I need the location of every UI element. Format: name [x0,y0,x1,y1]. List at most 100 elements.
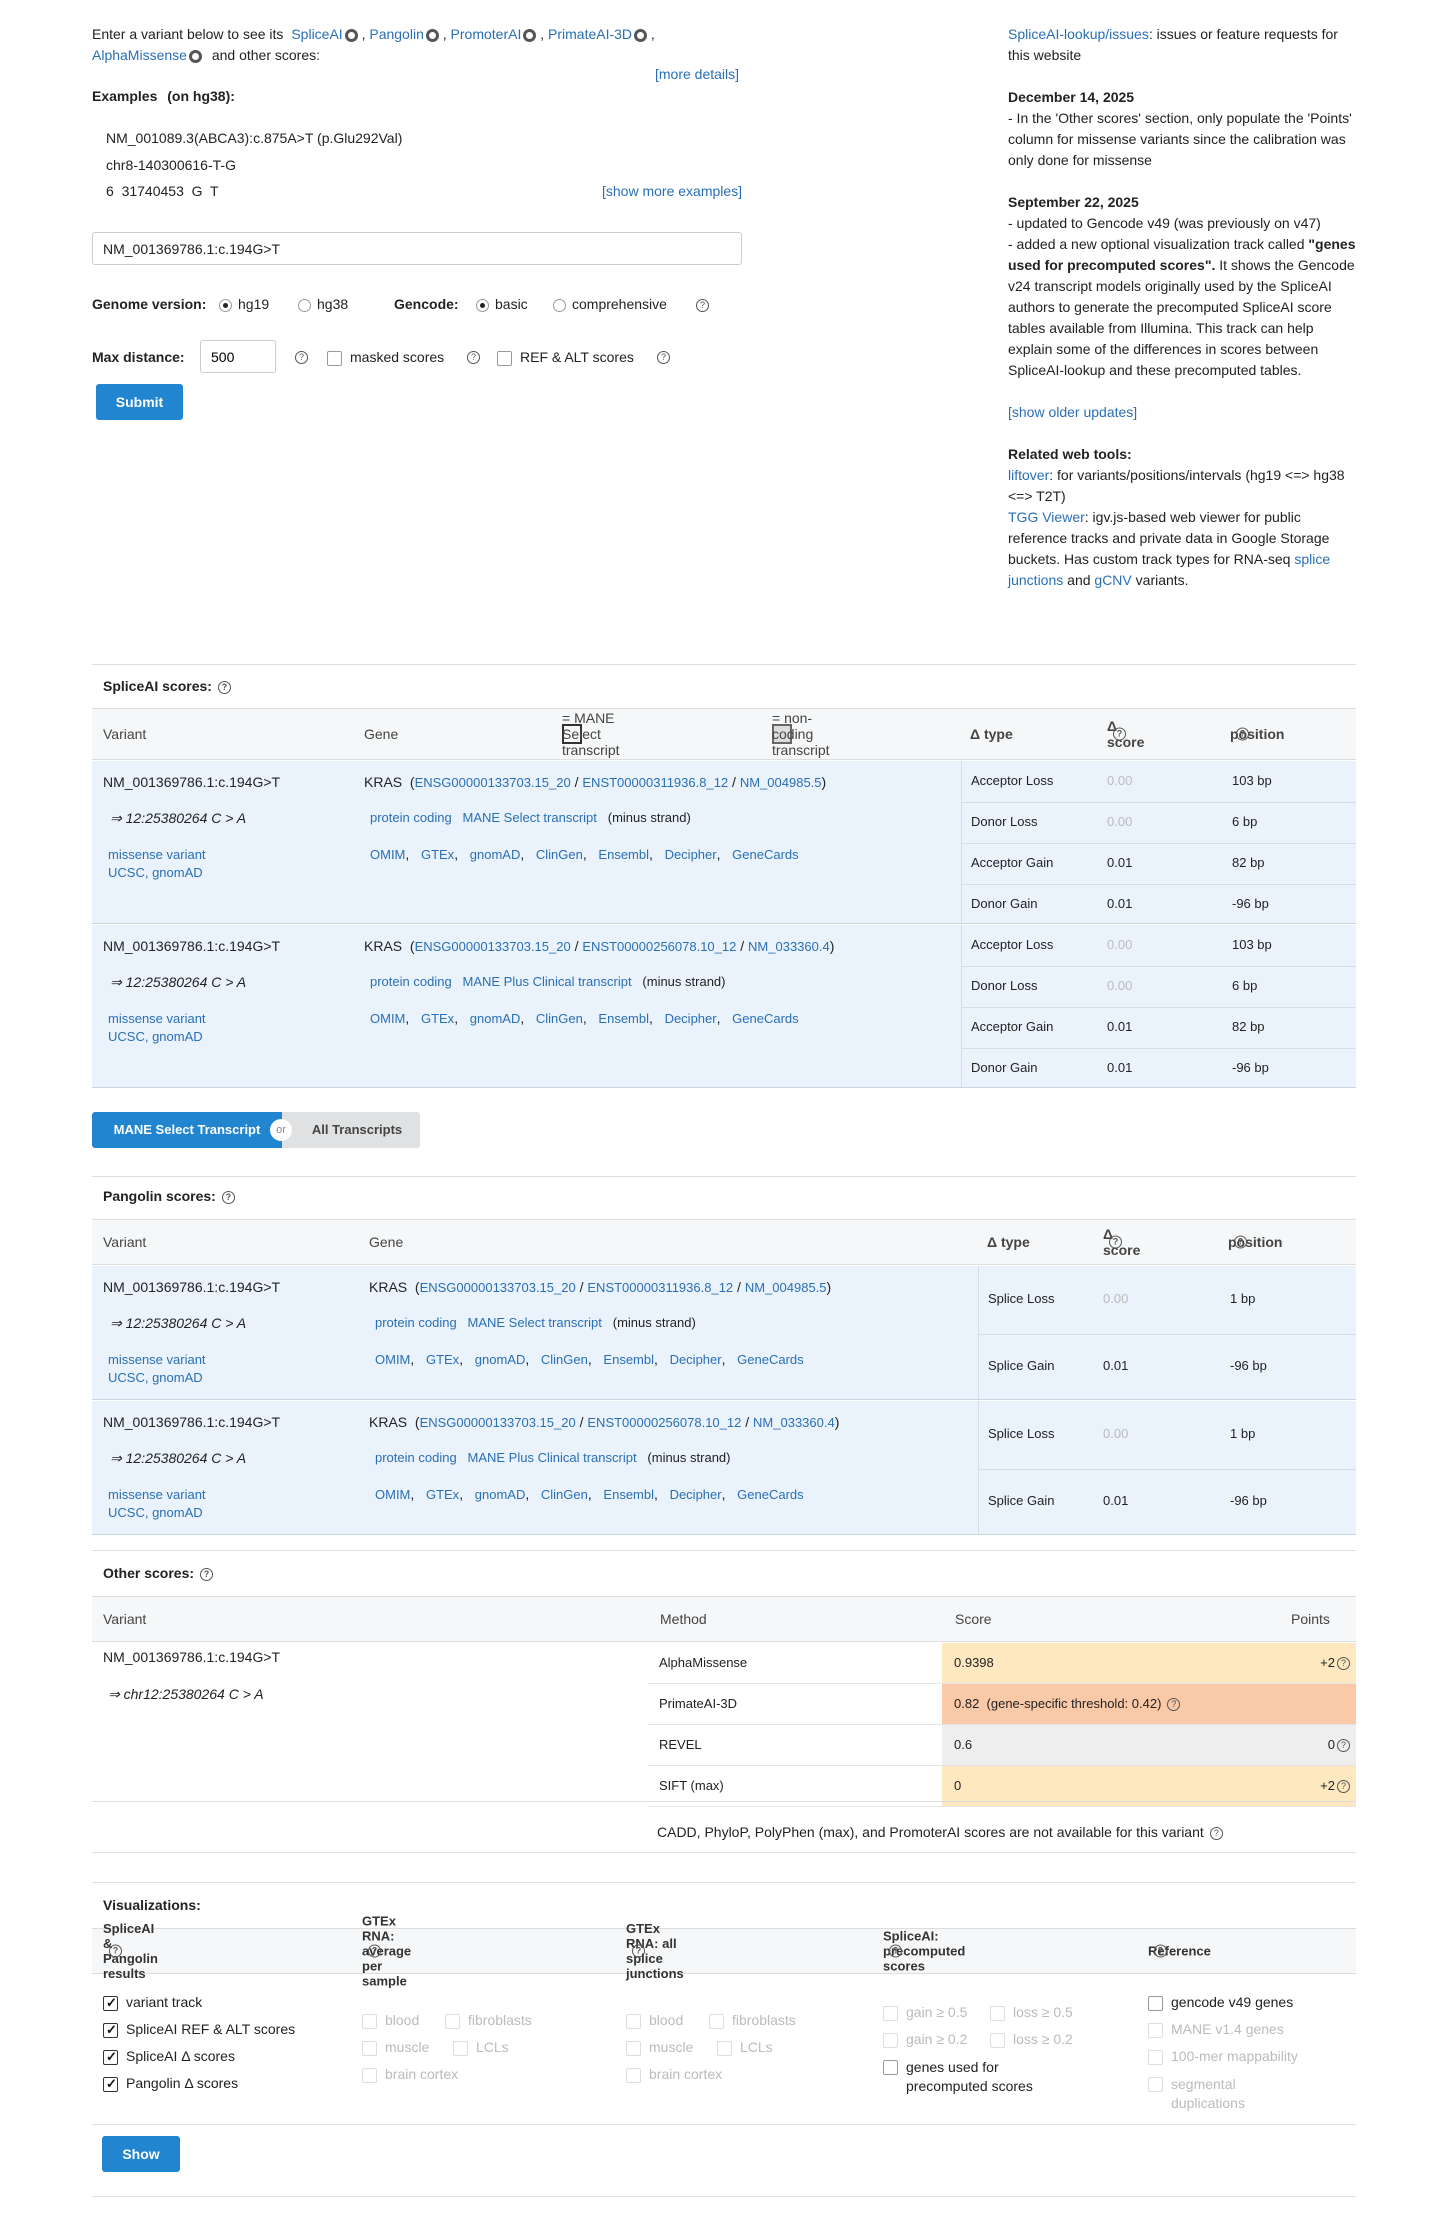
show-more-examples-link[interactable]: [show more examples] [602,183,742,199]
help-icon[interactable]: ? [368,1944,381,1958]
help-icon[interactable]: ? [109,1944,122,1958]
show-older-updates-link[interactable]: [show older updates] [1008,404,1137,420]
gene-db-link[interactable]: Ensembl [598,847,649,862]
gene-db-link[interactable]: OMIM [370,847,405,862]
ucsc-link[interactable]: UCSC [108,1370,145,1385]
pangolin-link[interactable]: Pangolin [369,26,424,42]
help-icon[interactable]: ? [217,680,231,694]
ref-segdups[interactable]: segmental duplications [1148,2075,1298,2113]
gtex-avg-lcls[interactable]: LCLs [453,2039,509,2056]
gtex-junc-lcls[interactable]: LCLs [717,2039,773,2056]
viz-checkbox-variant-track[interactable]: variant track [103,1994,202,2011]
help-icon[interactable]: ? [221,1190,235,1204]
consequence-link[interactable]: missense variant [108,847,206,862]
gnomad-link[interactable]: gnomAD [152,1505,203,1520]
gene-db-link[interactable]: Decipher [670,1487,722,1502]
help-icon[interactable]: ? [1337,1657,1350,1671]
radio-basic[interactable]: basic [476,296,528,312]
precomputed-loss-02[interactable]: loss ≥ 0.2 [990,2031,1073,2048]
example-item[interactable]: NM_001089.3(ABCA3):c.875A>T (p.Glu292Val… [106,130,402,146]
primateai-link[interactable]: PrimateAI-3D [548,26,632,42]
gcnv-link[interactable]: gCNV [1094,572,1131,588]
ref-mane-genes[interactable]: MANE v1.4 genes [1148,2021,1284,2038]
gene-db-link[interactable]: GeneCards [737,1352,803,1367]
masked-scores-checkbox[interactable]: masked scores [327,349,444,366]
gene-db-link[interactable]: GeneCards [732,847,798,862]
radio-hg19[interactable]: hg19 [219,296,269,312]
help-icon[interactable]: ? [1234,1235,1247,1249]
github-icon[interactable] [425,28,439,42]
gene-db-link[interactable]: gnomAD [475,1487,526,1502]
show-button[interactable]: Show [102,2136,180,2172]
help-icon[interactable]: ? [696,299,709,312]
refseq-link[interactable]: NM_004985.5 [745,1280,827,1295]
submit-button[interactable]: Submit [96,384,183,420]
ucsc-link[interactable]: UCSC [108,1505,145,1520]
ensg-link[interactable]: ENSG00000133703.15_20 [415,775,571,790]
gtex-avg-brain-cortex[interactable]: brain cortex [362,2066,458,2083]
github-icon[interactable] [634,28,648,42]
liftover-link[interactable]: liftover [1008,467,1049,483]
ref-mappability[interactable]: 100-mer mappability [1148,2048,1298,2065]
ucsc-link[interactable]: UCSC [108,1029,145,1044]
help-icon[interactable]: ? [1337,1739,1350,1753]
viz-checkbox-spliceai-delta[interactable]: SpliceAI Δ scores [103,2048,235,2065]
refseq-link[interactable]: NM_033360.4 [748,939,830,954]
gene-db-link[interactable]: ClinGen [541,1352,588,1367]
gtex-junc-fibroblasts[interactable]: fibroblasts [709,2012,796,2029]
promoterai-link[interactable]: PromoterAI [451,26,522,42]
help-icon[interactable]: ? [1154,1944,1167,1958]
gene-db-link[interactable]: OMIM [375,1352,410,1367]
gene-db-link[interactable]: ClinGen [541,1487,588,1502]
consequence-link[interactable]: missense variant [108,1487,206,1502]
enst-link[interactable]: ENST00000256078.10_12 [582,939,736,954]
refseq-link[interactable]: NM_004985.5 [740,775,822,790]
tgg-viewer-link[interactable]: TGG Viewer [1008,509,1085,525]
ensg-link[interactable]: ENSG00000133703.15_20 [415,939,571,954]
help-icon[interactable]: ? [1167,1698,1181,1712]
ensg-link[interactable]: ENSG00000133703.15_20 [420,1280,576,1295]
gtex-avg-blood[interactable]: blood [362,2012,419,2029]
ref-alt-checkbox[interactable]: REF & ALT scores [497,349,634,366]
help-icon[interactable]: ? [200,1567,214,1581]
mane-select-toggle[interactable]: MANE Select Transcript [92,1112,282,1148]
gtex-junc-blood[interactable]: blood [626,2012,683,2029]
example-item[interactable]: 6 31740453 G T [106,183,219,199]
precomputed-gain-05[interactable]: gain ≥ 0.5 [883,2004,967,2021]
more-details-link[interactable]: [more details] [655,66,739,82]
gene-db-link[interactable]: GTEx [421,847,454,862]
all-transcripts-toggle[interactable]: All Transcripts [282,1112,420,1148]
github-icon[interactable] [523,28,537,42]
max-distance-input[interactable] [200,340,276,373]
github-icon[interactable] [188,49,202,63]
gene-db-link[interactable]: Decipher [665,847,717,862]
help-icon[interactable]: ? [632,1944,645,1958]
help-icon[interactable]: ? [889,1944,902,1958]
gene-db-link[interactable]: gnomAD [475,1352,526,1367]
help-icon[interactable]: ? [467,351,480,364]
alphamissense-link[interactable]: AlphaMissense [92,47,187,63]
gene-db-link[interactable]: Ensembl [603,1352,654,1367]
help-icon[interactable]: ? [295,351,308,364]
gtex-junc-muscle[interactable]: muscle [626,2039,693,2056]
gene-db-link[interactable]: Decipher [670,1352,722,1367]
gene-db-link[interactable]: GeneCards [737,1487,803,1502]
help-icon[interactable]: ? [1109,1235,1122,1249]
gene-db-link[interactable]: gnomAD [470,1011,521,1026]
enst-link[interactable]: ENST00000311936.8_12 [582,775,728,790]
gtex-junc-brain-cortex[interactable]: brain cortex [626,2066,722,2083]
gene-db-link[interactable]: OMIM [370,1011,405,1026]
gene-db-link[interactable]: GTEx [421,1011,454,1026]
help-icon[interactable]: ? [657,351,670,364]
radio-comprehensive[interactable]: comprehensive [553,296,667,312]
gtex-avg-fibroblasts[interactable]: fibroblasts [445,2012,532,2029]
gnomad-link[interactable]: gnomAD [152,1029,203,1044]
help-icon[interactable]: ? [1209,1826,1223,1840]
gnomad-link[interactable]: gnomAD [152,1370,203,1385]
precomputed-loss-05[interactable]: loss ≥ 0.5 [990,2004,1073,2021]
gene-db-link[interactable]: GeneCards [732,1011,798,1026]
help-icon[interactable]: ? [1337,1780,1350,1794]
ref-gencode-genes[interactable]: gencode v49 genes [1148,1994,1293,2011]
gene-db-link[interactable]: ClinGen [536,847,583,862]
refseq-link[interactable]: NM_033360.4 [753,1415,835,1430]
